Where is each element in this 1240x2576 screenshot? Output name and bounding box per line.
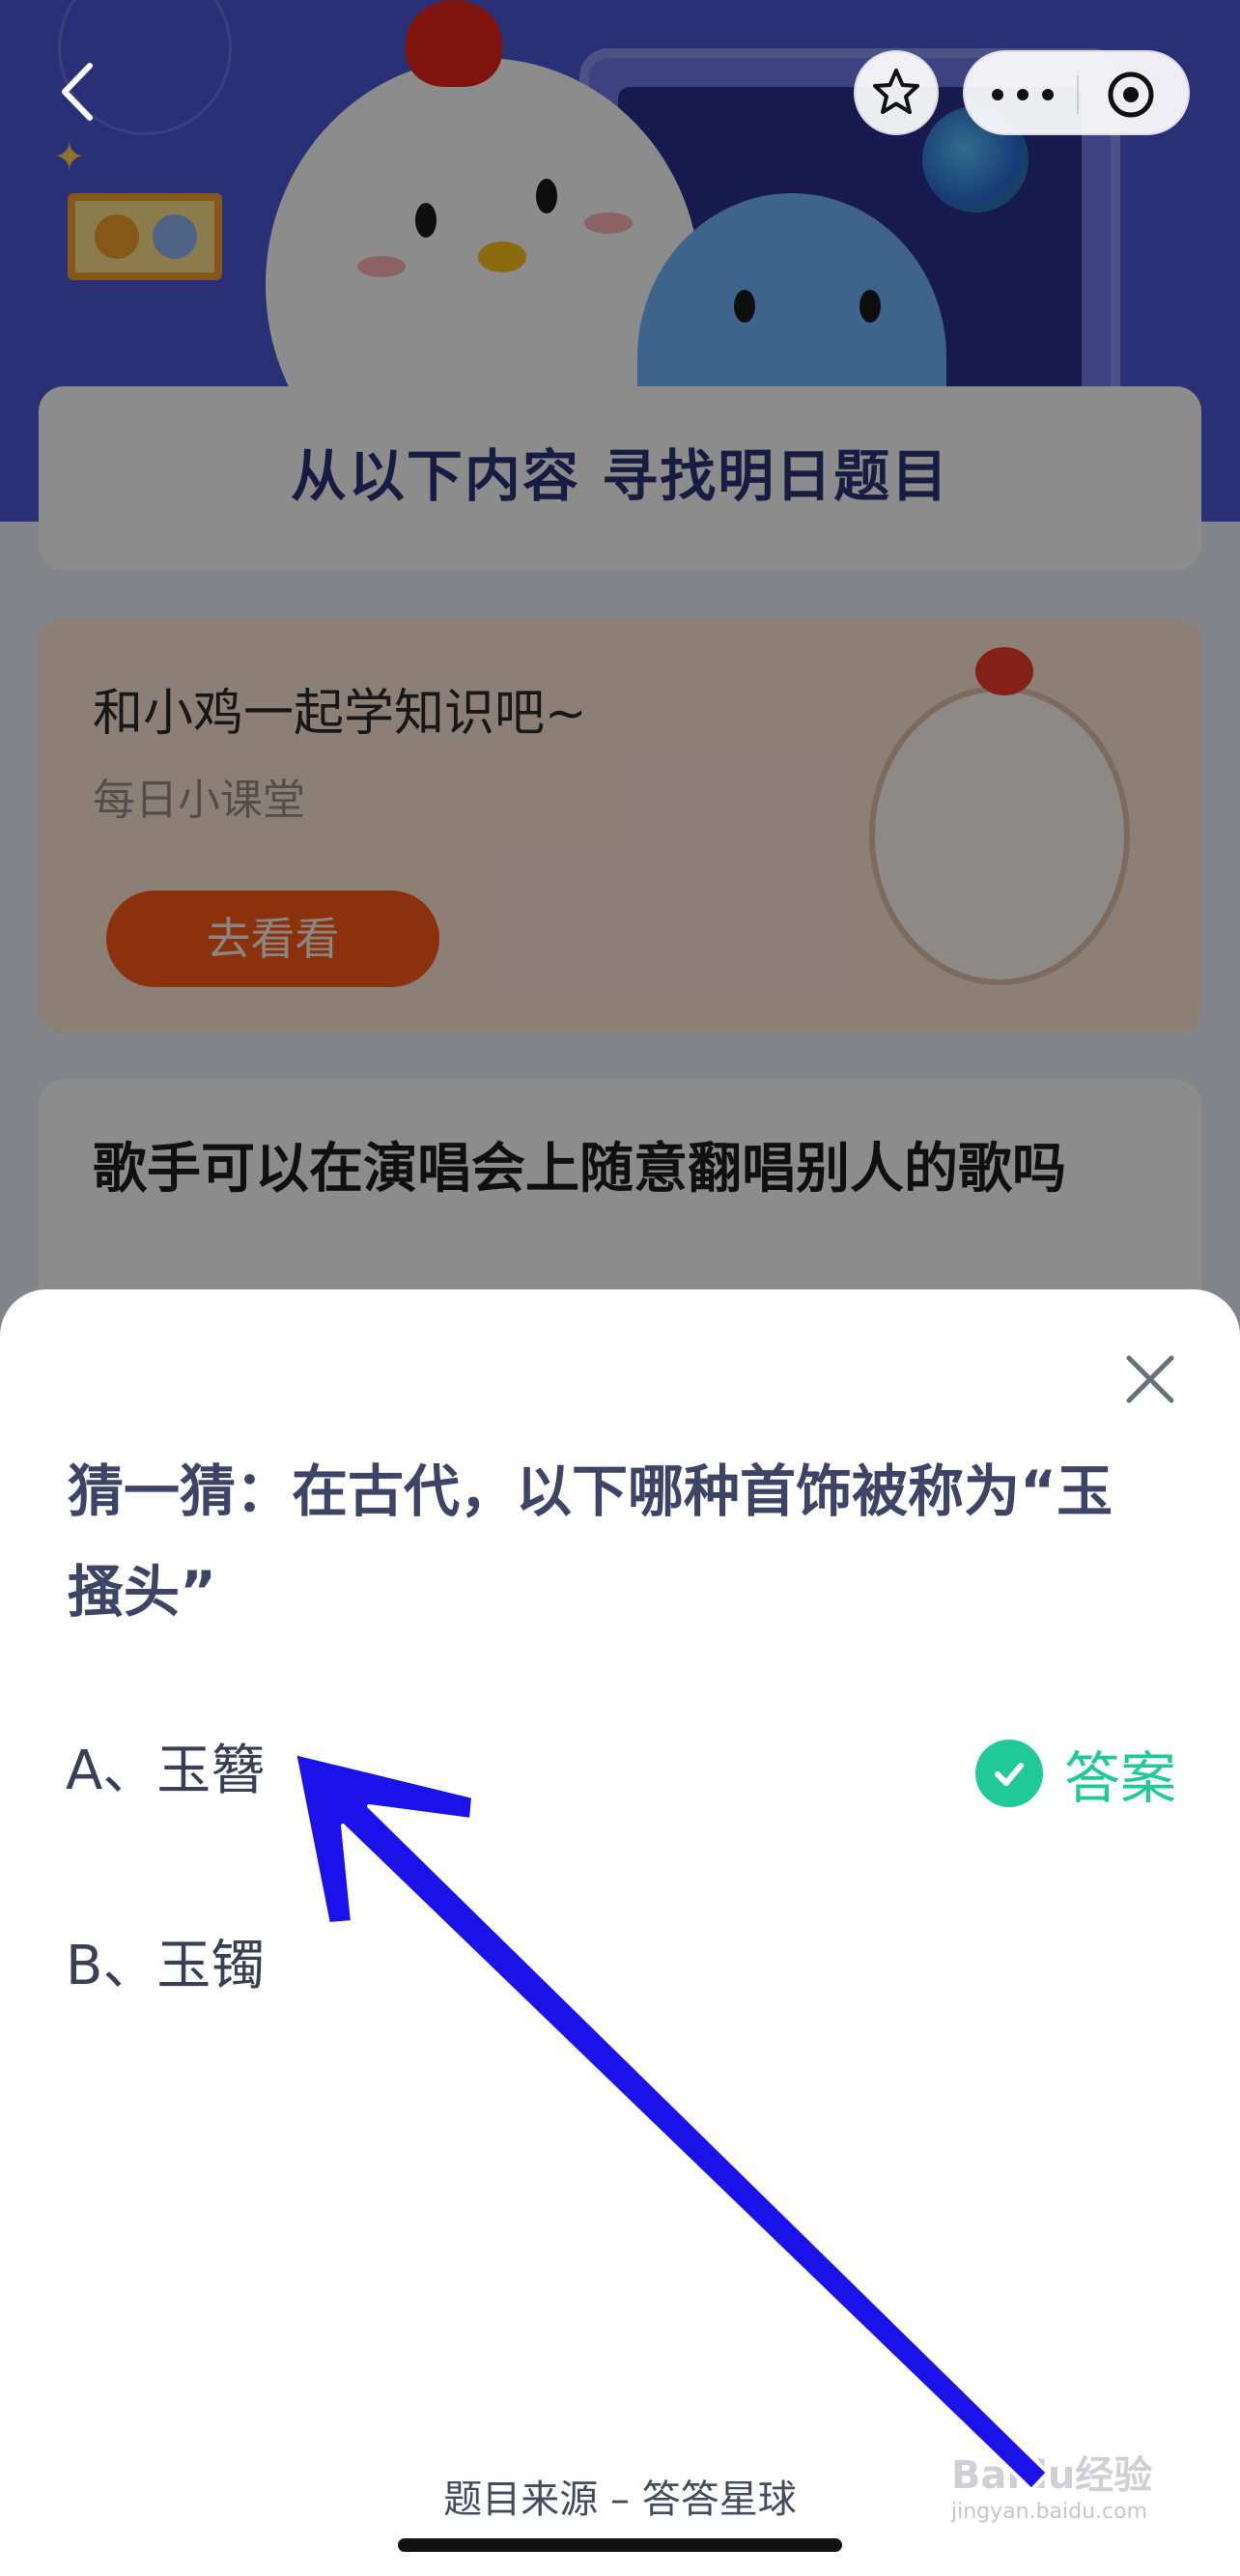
- baidu-watermark: Baidu经验: [951, 2453, 1153, 2498]
- check-circle-icon: [975, 1740, 1043, 1807]
- capsule-divider: [1077, 75, 1079, 114]
- close-icon[interactable]: [1123, 1352, 1177, 1406]
- star-icon: [873, 69, 919, 114]
- answer-label: 答案: [1064, 1745, 1177, 1811]
- home-indicator[interactable]: [398, 2538, 842, 2552]
- favorite-button[interactable]: [854, 50, 939, 135]
- back-arrow-icon[interactable]: [53, 58, 101, 126]
- answer-tag: 答案: [975, 1733, 1176, 1814]
- option-b[interactable]: B、玉镯: [66, 1922, 265, 2000]
- option-a[interactable]: A、玉簪: [66, 1727, 265, 1805]
- target-close-icon[interactable]: [1106, 70, 1156, 120]
- more-icon[interactable]: [992, 71, 1054, 118]
- mini-program-capsule: [963, 50, 1190, 135]
- quiz-question: 猜一猜：在古代，以下哪种首饰被称为“玉搔头”: [68, 1458, 1113, 1625]
- baidu-watermark-url: jingyan.baidu.com: [951, 2500, 1148, 2524]
